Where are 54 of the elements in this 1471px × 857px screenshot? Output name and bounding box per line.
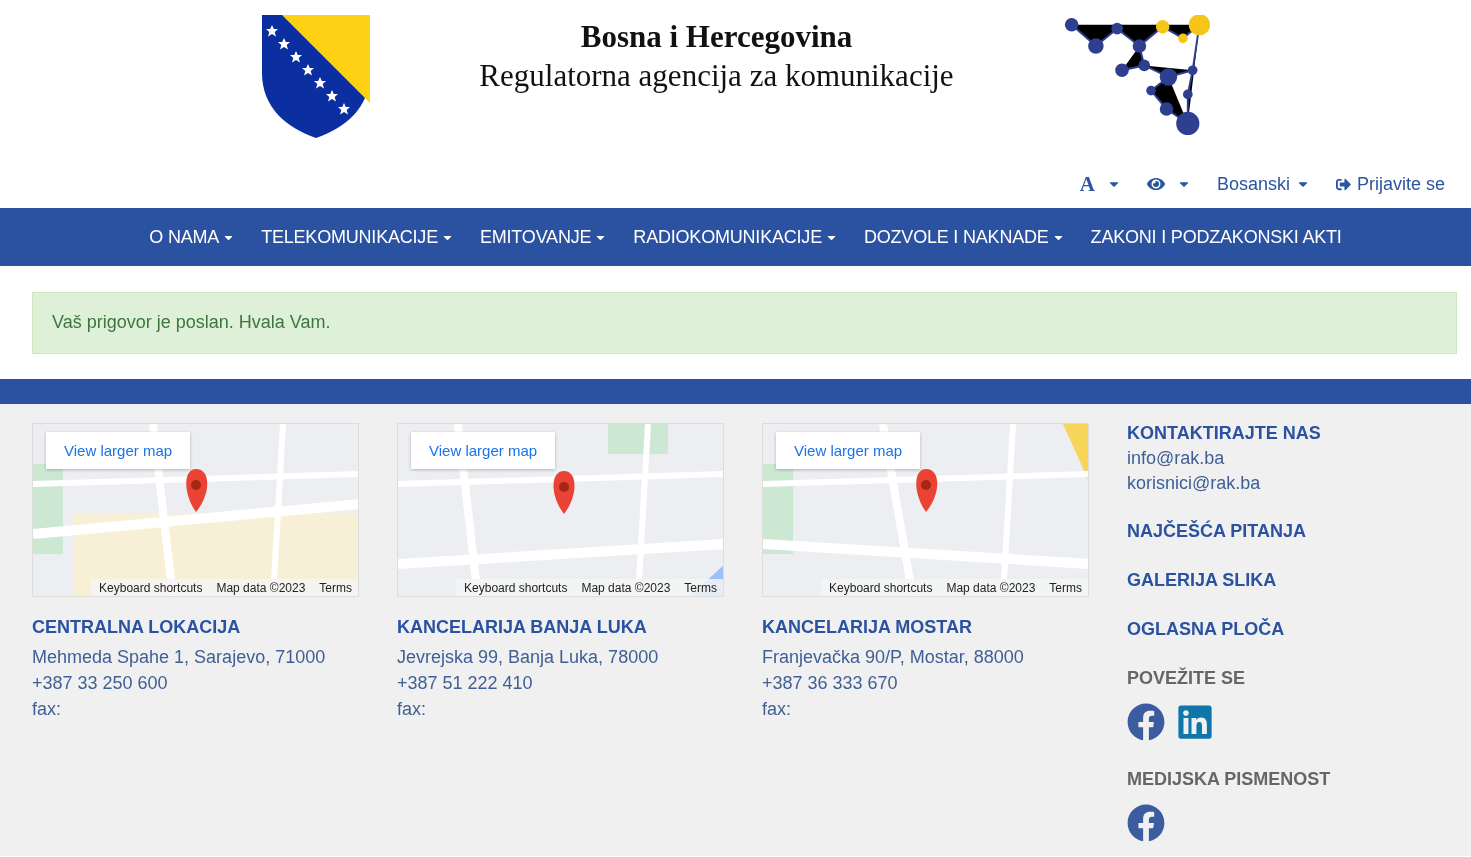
view-larger-map-link[interactable]: View larger map: [776, 432, 921, 469]
office-title: CENTRALNA LOKACIJA: [32, 617, 242, 638]
terms-link[interactable]: Terms: [319, 581, 352, 595]
social-heading[interactable]: POVEŽITE SE: [1127, 668, 1331, 689]
footer-link[interactable]: OGLASNA PLOČA: [1127, 619, 1331, 640]
nav-item[interactable]: RADIOKOMUNIKACIJE: [620, 226, 851, 248]
terms-link[interactable]: Terms: [684, 581, 717, 595]
nav-item[interactable]: DOZVOLE I NAKNADE: [850, 226, 1078, 248]
social-heading[interactable]: MEDIJSKA PISMENOST: [1127, 769, 1331, 790]
map-embed[interactable]: View larger map Keyboard shortcuts Map data ©2023 Terms: [762, 423, 1089, 597]
map-data-text: Map data ©2023: [216, 581, 306, 595]
office-address: Jevrejska 99, Banja Luka, 78000: [397, 647, 660, 668]
nav-item[interactable]: TELEKOMUNIKACIJE: [248, 226, 467, 248]
office-fax: fax:: [762, 699, 792, 720]
facebook-icon[interactable]: [1127, 804, 1165, 842]
footer-link[interactable]: GALERIJA SLIKA: [1127, 570, 1331, 591]
font-size-button[interactable]: A: [1079, 171, 1121, 197]
office-fax: fax:: [397, 699, 427, 720]
terms-link[interactable]: Terms: [1049, 581, 1082, 595]
nav-item[interactable]: ZAKONI I PODZAKONSKI AKTI: [1077, 226, 1355, 248]
view-larger-map-link[interactable]: View larger map: [46, 432, 191, 469]
email-link[interactable]: info@rak.ba: [1127, 448, 1331, 469]
nav-item[interactable]: O NAMA: [136, 226, 249, 248]
map-data-text: Map data ©2023: [581, 581, 671, 595]
office-title: KANCELARIJA BANJA LUKA: [397, 617, 648, 638]
office-phone: +387 33 250 600: [32, 673, 169, 694]
facebook-icon[interactable]: [1127, 703, 1165, 741]
office-phone: +387 36 333 670: [762, 673, 899, 694]
view-larger-map-link[interactable]: View larger map: [411, 432, 556, 469]
login-button[interactable]: Prijavite se: [1335, 173, 1445, 195]
linkedin-icon[interactable]: [1176, 703, 1214, 741]
map-embed[interactable]: View larger map Keyboard shortcuts Map data ©2023 Terms: [397, 423, 724, 597]
sign-in-icon: [1335, 176, 1351, 192]
eye-icon: [1146, 175, 1165, 193]
country-title: Bosna i Hercegovina: [580, 19, 853, 55]
email-link[interactable]: korisnici@rak.ba: [1127, 473, 1331, 494]
office-fax: fax:: [32, 699, 62, 720]
office-title: KANCELARIJA MOSTAR: [762, 617, 973, 638]
office-phone: +387 51 222 410: [397, 673, 534, 694]
nav-item[interactable]: EMITOVANJE: [466, 226, 621, 248]
language-button[interactable]: Bosanski: [1216, 173, 1310, 195]
keyboard-shortcuts-link[interactable]: Keyboard shortcuts: [99, 581, 203, 595]
keyboard-shortcuts-link[interactable]: Keyboard shortcuts: [464, 581, 568, 595]
footer-link[interactable]: NAJČEŠĆA PITANJA: [1127, 521, 1331, 542]
map-embed[interactable]: View larger map Keyboard shortcuts Map data ©2023 Terms: [32, 423, 359, 597]
map-data-text: Map data ©2023: [946, 581, 1036, 595]
office-address: Franjevačka 90/P, Mostar, 88000: [762, 647, 1025, 668]
agency-title: Regulatorna agencija za komunikacije: [479, 58, 954, 94]
accessibility-button[interactable]: [1146, 175, 1191, 193]
keyboard-shortcuts-link[interactable]: Keyboard shortcuts: [829, 581, 933, 595]
office-address: Mehmeda Spahe 1, Sarajevo, 71000: [32, 647, 327, 668]
contact-heading[interactable]: KONTAKTIRAJTE NAS: [1127, 423, 1331, 444]
coat-of-arms-icon: [259, 13, 372, 140]
success-alert: Vaš prigovor je poslan. Hvala Vam.: [32, 292, 1457, 354]
